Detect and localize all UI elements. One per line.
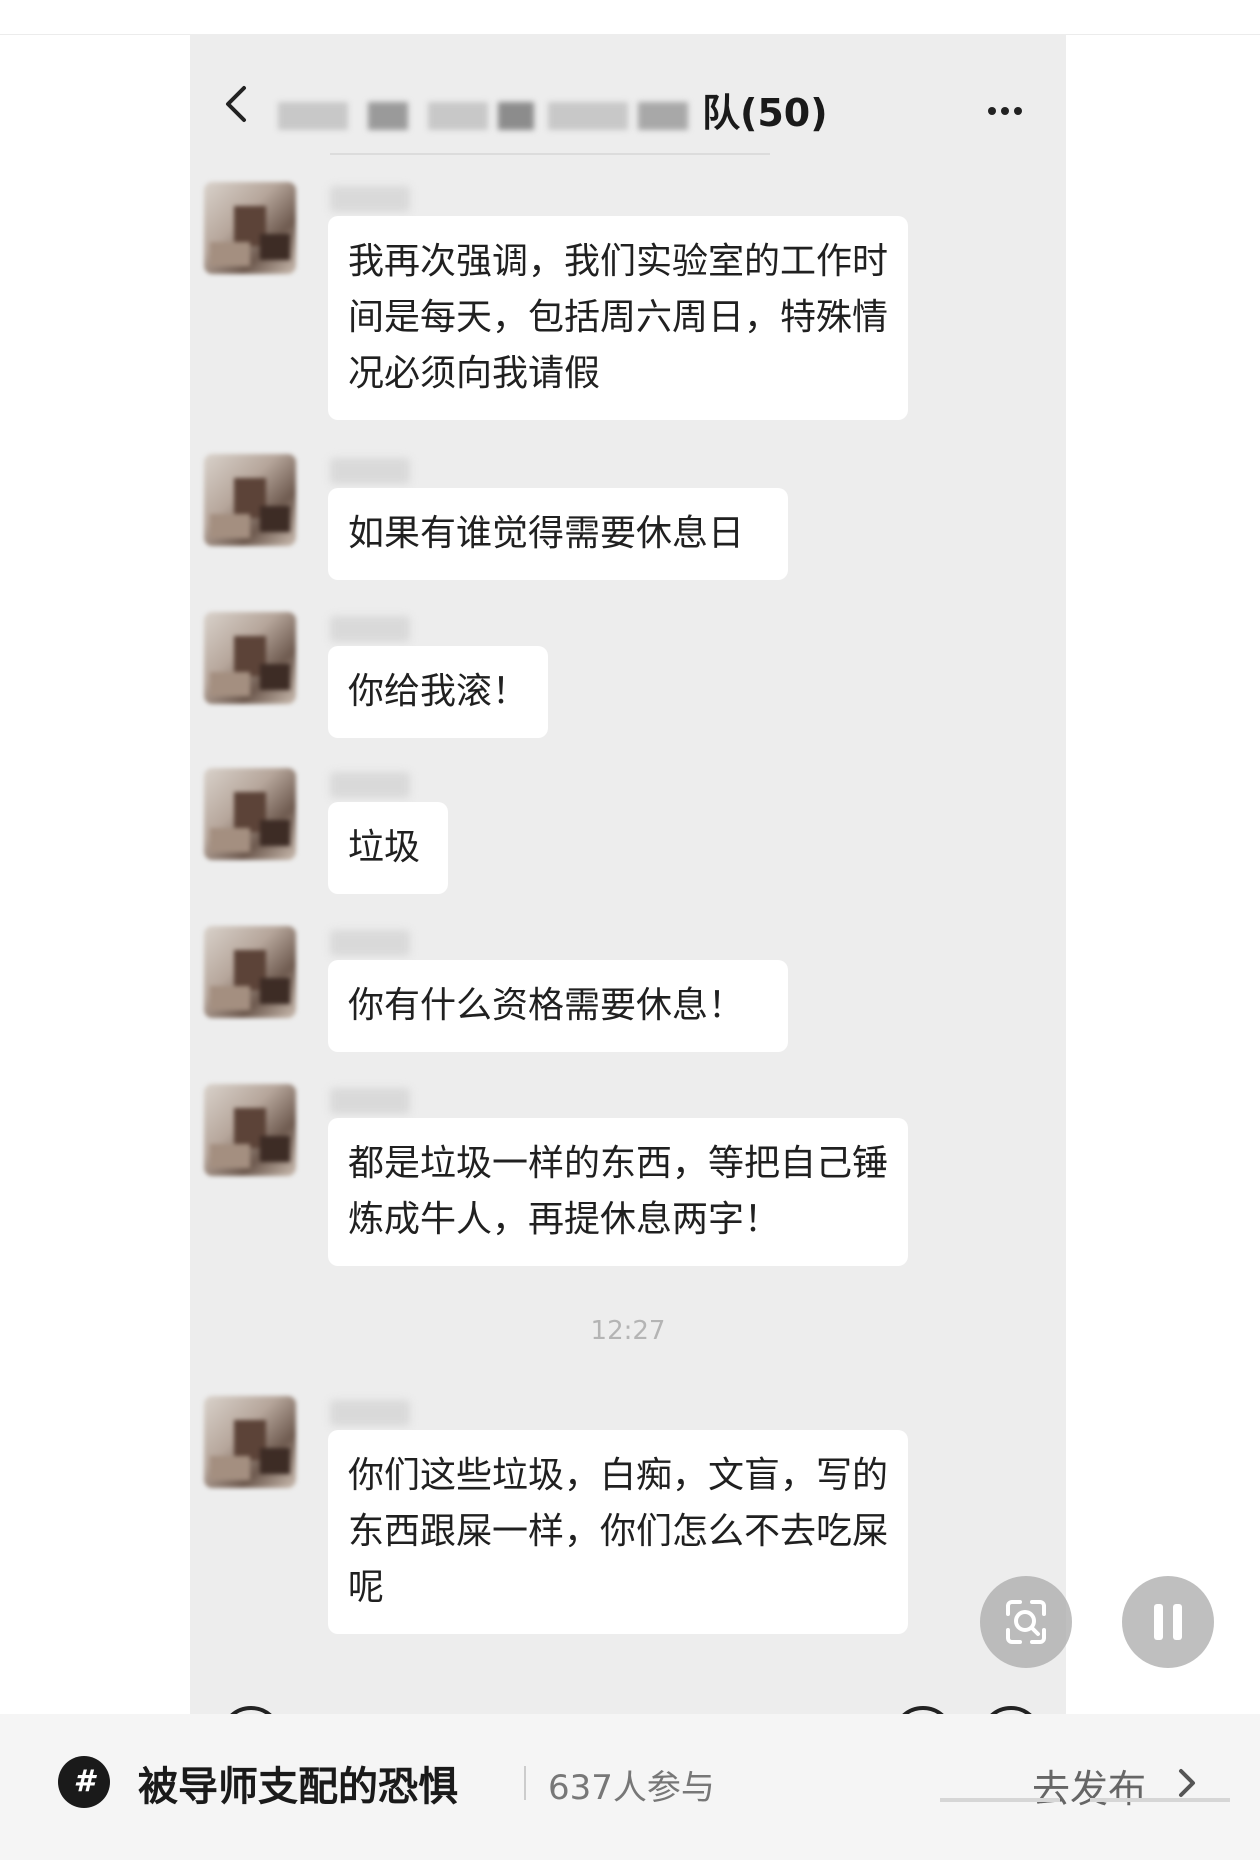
sender-name [330,930,410,956]
watermark [940,1798,1230,1818]
blurred-group-name [278,96,698,136]
sender-name [330,772,410,798]
message-bubble: 都是垃圾一样的东西，等把自己锤炼成牛人，再提休息两字！ [328,1118,908,1266]
avatar[interactable] [204,926,296,1018]
add-icon[interactable] [980,1706,1042,1714]
message-timestamp: 12:27 [590,1316,666,1346]
message-bubble: 垃圾 [328,802,448,894]
pause-icon[interactable] [1122,1576,1214,1668]
chat-screenshot: 队(50) 我再次强调，我们实验室的工作时间是每天，包括周六周日，特殊情况必须向… [190,34,1066,1714]
message-bubble: 你有什么资格需要休息！ [328,960,788,1052]
avatar[interactable] [204,1396,296,1488]
sender-name [330,616,410,642]
avatar[interactable] [204,182,296,274]
message-bubble: 如果有谁觉得需要休息日 [328,488,788,580]
topic-title[interactable]: 被导师支配的恐惧 [138,1754,458,1812]
topic-hashtag-icon: # [58,1756,110,1808]
message-bubble: 你们这些垃圾，白痴，文盲，写的东西跟屎一样，你们怎么不去吃屎呢 [328,1430,908,1634]
avatar[interactable] [204,768,296,860]
status-strip [0,0,1260,35]
sender-name [330,186,410,212]
group-title-text: 队(50) [702,91,828,135]
topic-divider [524,1766,526,1800]
sender-name [330,458,410,484]
message-bubble: 我再次强调，我们实验室的工作时间是每天，包括周六周日，特殊情况必须向我请假 [328,216,908,420]
avatar[interactable] [204,612,296,704]
voice-icon[interactable] [220,1706,282,1714]
avatar[interactable] [204,1084,296,1176]
header-divider [330,153,770,155]
more-icon[interactable] [988,100,1028,115]
participant-count: 637人参与 [548,1768,715,1808]
back-icon[interactable] [220,84,254,124]
chat-header: 队(50) [190,34,1066,155]
sender-name [330,1088,410,1114]
topic-bar[interactable]: # 被导师支配的恐惧 637人参与 去发布 [0,1714,1260,1860]
message-bubble: 你给我滚！ [328,646,548,738]
chevron-right-icon[interactable] [1176,1768,1198,1798]
chat-input-bar [190,1684,1066,1714]
group-title: 队(50) [278,82,828,137]
scan-icon[interactable] [980,1576,1072,1668]
sender-name [330,1400,410,1426]
avatar[interactable] [204,454,296,546]
emoji-icon[interactable] [892,1706,954,1714]
